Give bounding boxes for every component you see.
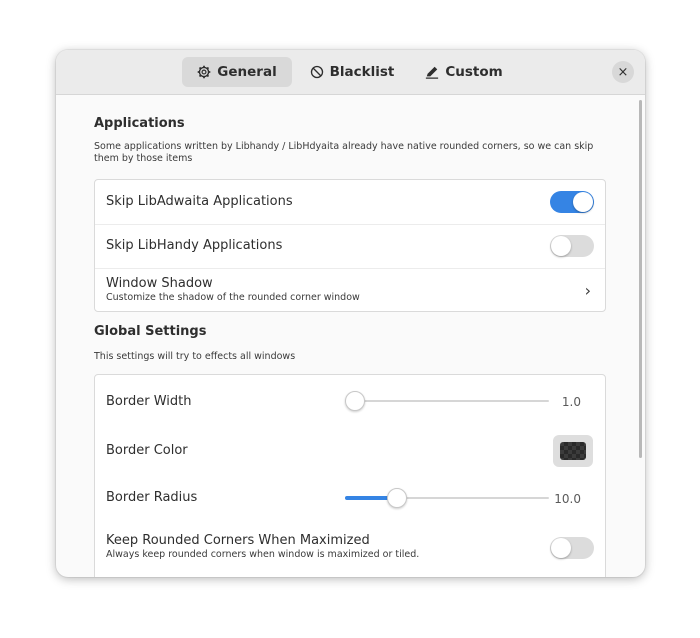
border-width-slider[interactable] — [345, 390, 549, 412]
global-settings-title: Global Settings — [94, 324, 207, 339]
slider-thumb[interactable] — [345, 391, 365, 411]
skip-libhandy-row[interactable]: Skip LibHandy Applications — [95, 225, 605, 268]
applications-group: Skip LibAdwaita Applications Skip LibHan… — [94, 179, 606, 312]
switch-knob — [551, 538, 571, 558]
border-width-row: Border Width 1.0 — [95, 375, 605, 427]
tab-custom[interactable]: Custom — [416, 57, 512, 87]
window-shadow-row[interactable]: Window Shadow Customize the shadow of th… — [95, 269, 605, 312]
border-color-row: Border Color — [95, 427, 605, 473]
border-radius-row: Border Radius 10.0 — [95, 473, 605, 523]
preferences-window: General Blacklist Custom × Applications … — [56, 50, 645, 577]
skip-libadwaita-row[interactable]: Skip LibAdwaita Applications — [95, 180, 605, 224]
keep-rounded-subtitle: Always keep rounded corners when window … — [106, 549, 420, 560]
skip-libadwaita-label: Skip LibAdwaita Applications — [106, 194, 293, 209]
border-radius-value: 10.0 — [554, 492, 581, 506]
border-color-button[interactable] — [553, 435, 593, 467]
border-color-label: Border Color — [106, 443, 188, 458]
global-settings-description: This settings will try to effects all wi… — [94, 351, 296, 362]
keep-rounded-row[interactable]: Keep Rounded Corners When Maximized Alwa… — [95, 523, 605, 573]
border-radius-slider[interactable] — [345, 487, 549, 509]
tab-general-label: General — [217, 64, 277, 80]
keep-rounded-label: Keep Rounded Corners When Maximized — [106, 533, 370, 548]
border-width-value: 1.0 — [561, 395, 581, 409]
tab-custom-label: Custom — [445, 64, 503, 80]
color-swatch — [560, 442, 586, 460]
tab-general[interactable]: General — [182, 57, 292, 87]
applications-title: Applications — [94, 116, 185, 131]
skip-libadwaita-switch[interactable] — [550, 191, 594, 213]
slider-track — [345, 400, 549, 402]
slider-thumb[interactable] — [387, 488, 407, 508]
close-button[interactable]: × — [612, 61, 634, 83]
tab-blacklist[interactable]: Blacklist — [300, 57, 404, 87]
chevron-right-icon: › — [584, 281, 591, 300]
tab-blacklist-label: Blacklist — [329, 64, 395, 80]
prohibit-icon — [310, 65, 324, 79]
border-width-label: Border Width — [106, 394, 192, 409]
switch-knob — [551, 236, 571, 256]
keep-rounded-switch[interactable] — [550, 537, 594, 559]
close-icon: × — [617, 64, 629, 80]
pen-icon — [425, 65, 439, 79]
general-page[interactable]: Applications Some applications written b… — [56, 95, 645, 577]
global-settings-group: Border Width 1.0 Border Color Border Rad… — [94, 374, 606, 577]
header-bar: General Blacklist Custom × — [56, 50, 645, 95]
gear-icon — [197, 65, 211, 79]
border-radius-label: Border Radius — [106, 490, 198, 505]
skip-libhandy-label: Skip LibHandy Applications — [106, 238, 283, 253]
window-shadow-label: Window Shadow — [106, 276, 213, 291]
skip-libhandy-switch[interactable] — [550, 235, 594, 257]
applications-description: Some applications written by Libhandy / … — [94, 141, 594, 164]
scrollbar[interactable] — [639, 100, 642, 458]
switch-knob — [573, 192, 593, 212]
window-shadow-subtitle: Customize the shadow of the rounded corn… — [106, 292, 360, 303]
